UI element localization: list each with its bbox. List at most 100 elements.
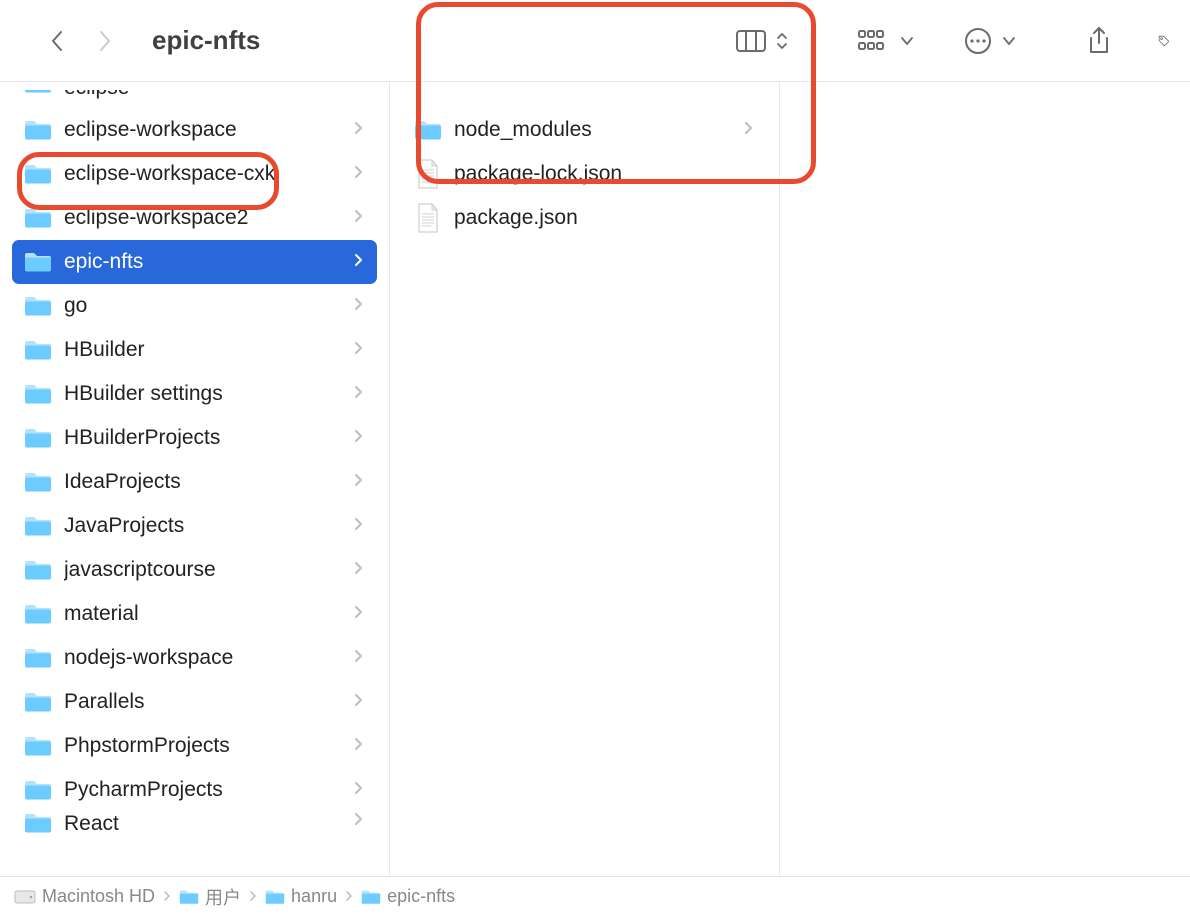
chevron-right-icon xyxy=(354,165,363,179)
list-item[interactable]: package.json xyxy=(402,196,767,240)
path-label: hanru xyxy=(291,886,337,907)
group-by-control[interactable] xyxy=(858,29,914,53)
list-item[interactable]: JavaProjects xyxy=(12,504,377,548)
share-button[interactable] xyxy=(1086,26,1112,56)
disclosure-arrow xyxy=(354,341,363,360)
list-item[interactable]: PhpstormProjects xyxy=(12,724,377,768)
chevron-right-icon xyxy=(354,649,363,663)
folder-icon xyxy=(24,515,52,537)
item-label: React xyxy=(64,812,342,836)
list-item[interactable]: HBuilder xyxy=(12,328,377,372)
path-separator xyxy=(249,890,257,904)
disclosure-arrow xyxy=(354,781,363,800)
disclosure-arrow xyxy=(744,121,753,140)
chevron-right-icon xyxy=(354,253,363,267)
item-label: eclipse-workspace xyxy=(64,118,342,142)
list-item[interactable]: HBuilder settings xyxy=(12,372,377,416)
item-label: JavaProjects xyxy=(64,514,342,538)
file-icon xyxy=(416,159,440,189)
folder-icon xyxy=(24,90,52,94)
toolbar: epic-nfts xyxy=(0,0,1190,82)
item-label: epic-nfts xyxy=(64,250,342,274)
list-item[interactable]: HBuilderProjects xyxy=(12,416,377,460)
list-item[interactable]: PycharmProjects xyxy=(12,768,377,812)
item-label: nodejs-workspace xyxy=(64,646,342,670)
list-item[interactable]: package-lock.json xyxy=(402,152,767,196)
chevron-right-icon xyxy=(354,385,363,399)
chevron-right-icon xyxy=(354,429,363,443)
chevron-right-icon xyxy=(354,812,363,826)
folder-icon xyxy=(24,251,52,273)
back-button[interactable] xyxy=(50,30,64,52)
list-item[interactable]: React xyxy=(12,812,377,840)
disclosure-arrow xyxy=(354,605,363,624)
list-item[interactable]: node_modules xyxy=(402,108,767,152)
column-1[interactable]: eclipse eclipse-workspace eclipse-workspac… xyxy=(0,82,390,876)
item-label: go xyxy=(64,294,342,318)
chevron-right-icon xyxy=(354,209,363,223)
item-label: eclipse-workspace2 xyxy=(64,206,342,230)
folder-icon xyxy=(361,889,381,905)
disclosure-arrow xyxy=(354,473,363,492)
folder-icon xyxy=(24,603,52,625)
disclosure-arrow xyxy=(354,209,363,228)
item-label: eclipse-workspace-cxk xyxy=(64,162,342,186)
disclosure-arrow xyxy=(354,737,363,756)
chevron-right-icon xyxy=(354,341,363,355)
list-item[interactable]: eclipse xyxy=(12,90,377,108)
list-item[interactable]: go xyxy=(12,284,377,328)
folder-icon xyxy=(24,471,52,493)
file-icon xyxy=(416,203,440,233)
column-2[interactable]: node_modules package-lock.json package.jso… xyxy=(390,82,780,876)
item-label: PycharmProjects xyxy=(64,778,342,802)
forward-button[interactable] xyxy=(98,30,112,52)
list-item[interactable]: IdeaProjects xyxy=(12,460,377,504)
folder-icon xyxy=(24,779,52,801)
folder-icon xyxy=(24,207,52,229)
path-item[interactable]: epic-nfts xyxy=(361,886,455,907)
disclosure-arrow xyxy=(354,649,363,668)
list-item[interactable]: eclipse-workspace2 xyxy=(12,196,377,240)
path-item[interactable]: 用户 xyxy=(179,884,241,910)
list-item[interactable]: nodejs-workspace xyxy=(12,636,377,680)
folder-icon xyxy=(24,691,52,713)
folder-icon xyxy=(24,163,52,185)
list-item[interactable]: epic-nfts xyxy=(12,240,377,284)
path-item[interactable]: Macintosh HD xyxy=(14,886,155,907)
action-menu-control[interactable] xyxy=(964,27,1016,55)
folder-icon xyxy=(265,889,285,905)
chevron-right-icon xyxy=(354,781,363,795)
item-label: package-lock.json xyxy=(454,162,753,186)
folder-icon xyxy=(24,735,52,757)
item-label: Parallels xyxy=(64,690,342,714)
path-item[interactable]: hanru xyxy=(265,886,337,907)
path-separator xyxy=(345,890,353,904)
folder-icon xyxy=(24,647,52,669)
disclosure-arrow xyxy=(354,429,363,448)
chevron-right-icon xyxy=(354,121,363,135)
disclosure-arrow xyxy=(354,812,363,831)
folder-icon xyxy=(179,889,199,905)
disclosure-arrow xyxy=(354,165,363,184)
chevron-right-icon xyxy=(354,297,363,311)
item-label: javascriptcourse xyxy=(64,558,342,582)
list-item[interactable]: Parallels xyxy=(12,680,377,724)
folder-icon xyxy=(414,119,442,141)
nav-buttons xyxy=(50,30,112,52)
disk-icon xyxy=(14,889,36,905)
column-3[interactable] xyxy=(780,82,1190,876)
path-bar: Macintosh HD 用户 hanru epic-nfts xyxy=(0,876,1190,916)
folder-icon xyxy=(24,812,52,834)
list-item[interactable]: eclipse-workspace xyxy=(12,108,377,152)
path-separator xyxy=(163,890,171,904)
item-label: HBuilder settings xyxy=(64,382,342,406)
list-item[interactable]: eclipse-workspace-cxk xyxy=(12,152,377,196)
view-mode-control[interactable] xyxy=(736,29,788,53)
item-label: material xyxy=(64,602,342,626)
tags-button-partial[interactable] xyxy=(1152,26,1170,56)
list-item[interactable]: javascriptcourse xyxy=(12,548,377,592)
chevron-right-icon xyxy=(744,121,753,135)
item-label: HBuilder xyxy=(64,338,342,362)
list-item[interactable]: material xyxy=(12,592,377,636)
column-view: eclipse eclipse-workspace eclipse-workspac… xyxy=(0,82,1190,876)
